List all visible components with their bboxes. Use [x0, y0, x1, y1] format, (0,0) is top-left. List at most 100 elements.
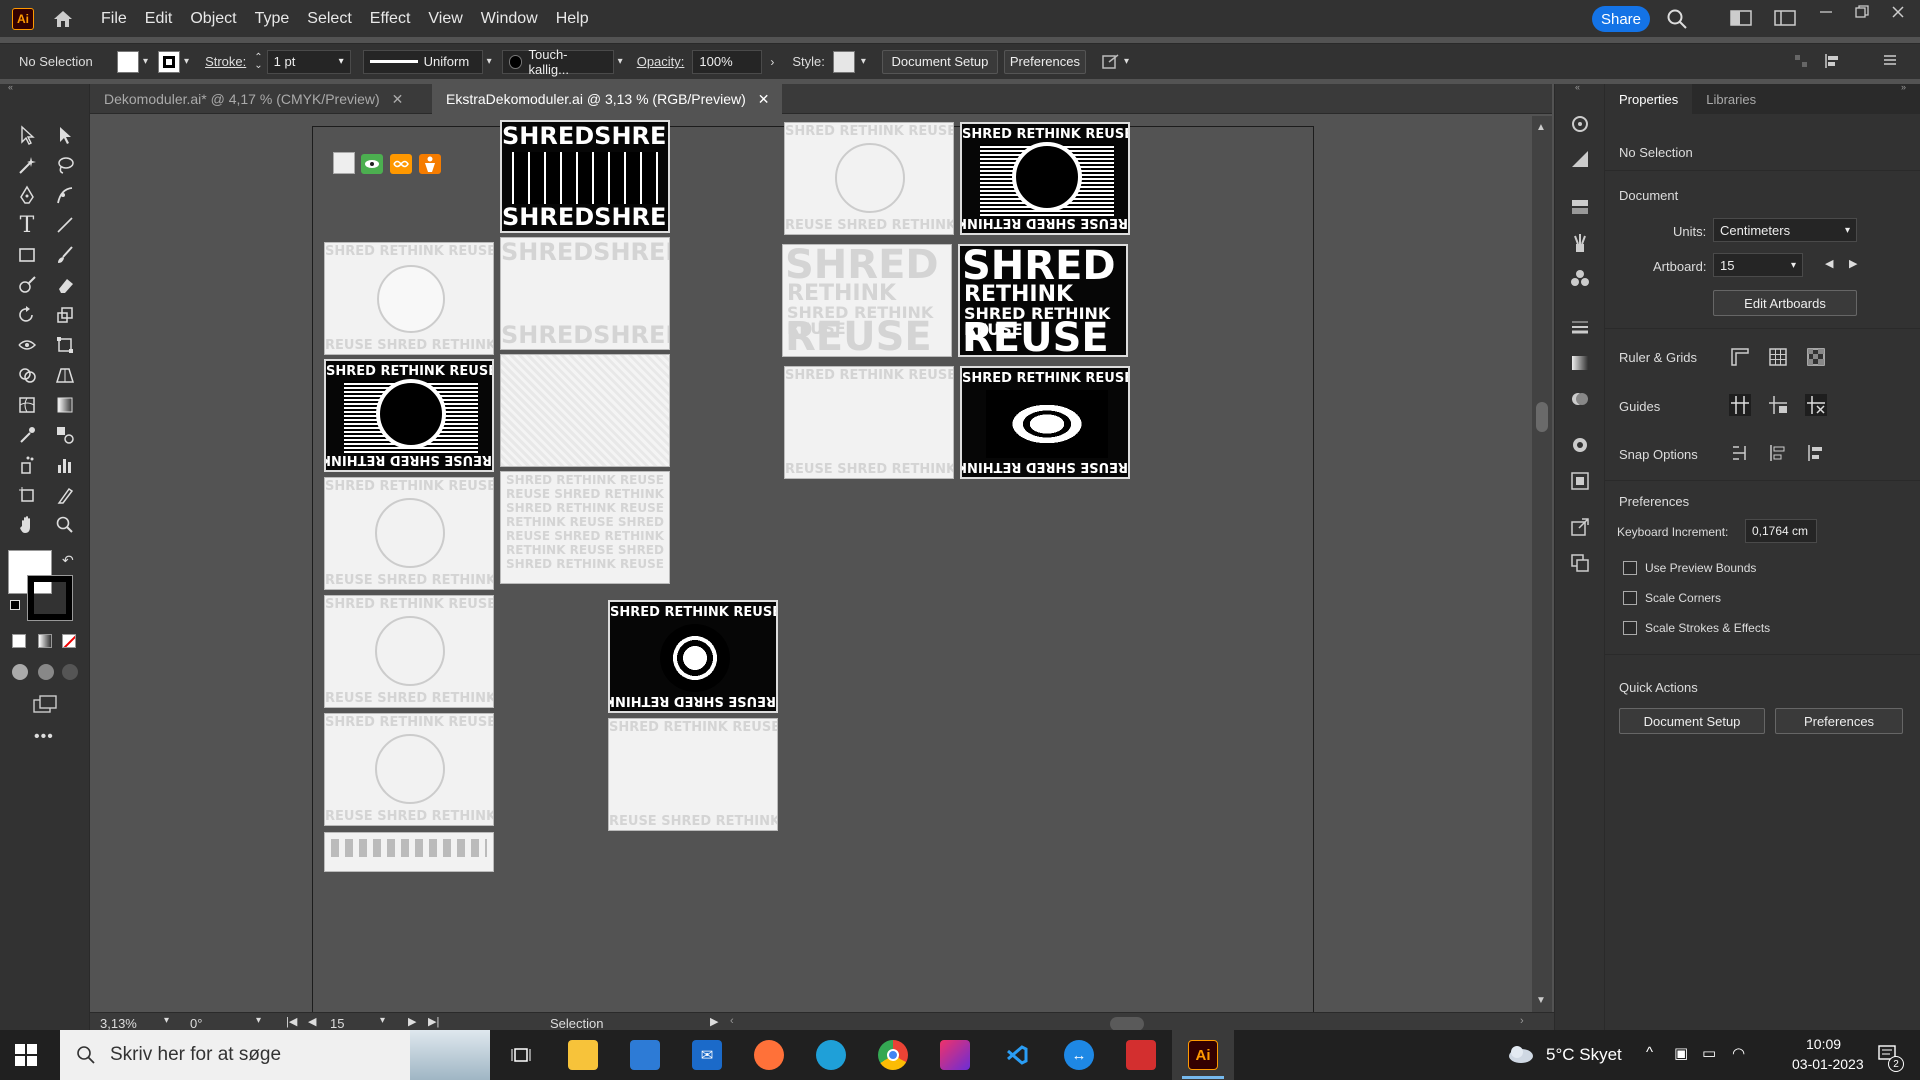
- snap-to-pixel-icon[interactable]: [1767, 442, 1789, 464]
- acrobat-icon[interactable]: [1126, 1040, 1156, 1070]
- search-icon[interactable]: [1666, 8, 1688, 29]
- column-graph-tool-icon[interactable]: [52, 452, 78, 478]
- curvature-tool-icon[interactable]: [52, 182, 78, 208]
- symbols-icon[interactable]: [1569, 268, 1591, 290]
- rectangle-tool-icon[interactable]: [14, 242, 40, 268]
- menu-effect[interactable]: Effect: [361, 10, 420, 28]
- tab-dekomoduler[interactable]: Dekomoduler.ai* @ 4,17 % (CMYK/Preview) ✕: [90, 84, 432, 114]
- keyboard-increment-field[interactable]: 0,1764 cm: [1745, 519, 1817, 543]
- direct-selection-tool-icon[interactable]: [52, 122, 78, 148]
- artboard-black-leaves[interactable]: SHRED RETHINK REUSE REUSE SHRED RETHINK: [960, 366, 1130, 479]
- shape-builder-tool-icon[interactable]: [14, 362, 40, 388]
- menu-file[interactable]: File: [92, 10, 136, 28]
- menu-view[interactable]: View: [419, 10, 471, 28]
- more-tools-icon[interactable]: •••: [34, 728, 54, 746]
- zoom-tool-icon[interactable]: [52, 512, 78, 538]
- eraser-tool-icon[interactable]: [52, 272, 78, 298]
- wifi-icon[interactable]: ◠: [1732, 1044, 1745, 1062]
- lasso-tool-icon[interactable]: [52, 152, 78, 178]
- transparency-icon[interactable]: [1569, 388, 1591, 410]
- align-icon[interactable]: [1792, 52, 1810, 70]
- eyedropper-tool-icon[interactable]: [14, 422, 40, 448]
- share-button[interactable]: Share: [1592, 6, 1650, 32]
- mesh-tool-icon[interactable]: [14, 392, 40, 418]
- properties-panel-icon[interactable]: [1569, 148, 1591, 170]
- free-transform-tool-icon[interactable]: [52, 332, 78, 358]
- weather-cloud-icon[interactable]: [1506, 1042, 1536, 1066]
- units-select[interactable]: Centimeters ▾: [1713, 218, 1857, 242]
- weather-text[interactable]: 5°C Skyet: [1546, 1045, 1622, 1065]
- restore-icon[interactable]: [1854, 4, 1876, 24]
- vscode-icon[interactable]: [1002, 1040, 1032, 1070]
- windows-start-icon[interactable]: [14, 1043, 38, 1067]
- stroke-label[interactable]: Stroke:: [205, 54, 246, 69]
- artboard-white-shredshred[interactable]: SHREDSHRED SHREDSHRED: [500, 237, 670, 350]
- graphic-styles-icon[interactable]: [1569, 470, 1591, 492]
- slice-tool-icon[interactable]: [52, 482, 78, 508]
- scale-corners-checkbox[interactable]: [1623, 591, 1637, 605]
- artboard-white-hexagon[interactable]: SHRED RETHINK REUSE REUSE SHRED RETHINK: [324, 477, 494, 590]
- width-tool-icon[interactable]: [14, 332, 40, 358]
- menu-edit[interactable]: Edit: [136, 10, 182, 28]
- mail-icon[interactable]: ✉: [692, 1040, 722, 1070]
- artboard-white-flower-circle[interactable]: SHRED RETHINK REUSE REUSE SHRED RETHINK: [324, 242, 494, 355]
- arrange-documents-icon[interactable]: [1774, 8, 1796, 28]
- battery-icon[interactable]: ▭: [1702, 1044, 1716, 1062]
- stroke-stepper-icon[interactable]: ⌃ ⌄: [254, 52, 262, 70]
- scroll-thumb[interactable]: [1536, 402, 1548, 432]
- color-mode-icon[interactable]: [12, 634, 26, 648]
- chevron-down-icon[interactable]: ▾: [380, 1015, 385, 1026]
- last-artboard-icon[interactable]: ▶|: [428, 1015, 439, 1028]
- artboard-number[interactable]: 15: [330, 1016, 344, 1031]
- gradient-panel-icon[interactable]: [1569, 352, 1591, 374]
- close-tab-icon[interactable]: ✕: [758, 91, 770, 108]
- artboard-white-globe[interactable]: SHRED RETHINK REUSE REUSE SHRED RETHINK: [324, 713, 494, 826]
- previous-artboard-icon[interactable]: ◀: [308, 1015, 316, 1028]
- draw-inside-icon[interactable]: [62, 664, 78, 680]
- taskbar-search[interactable]: Skriv her for at søge: [60, 1030, 490, 1080]
- fill-swatch[interactable]: [117, 50, 139, 73]
- artboard-black-shredshred[interactable]: SHREDSHRED SHREDSHRED: [500, 120, 670, 233]
- lock-guides-icon[interactable]: [1767, 394, 1789, 416]
- gradient-mode-icon[interactable]: [38, 634, 52, 648]
- scroll-right-icon[interactable]: ›: [1520, 1015, 1524, 1027]
- clock-date[interactable]: 03-01-2023: [1792, 1056, 1864, 1072]
- selection-tool-icon[interactable]: [14, 122, 40, 148]
- hand-tool-icon[interactable]: [14, 512, 40, 538]
- chevron-down-icon[interactable]: ▾: [164, 1015, 169, 1026]
- smart-guides-icon[interactable]: [1805, 394, 1827, 416]
- artboard-white-partial[interactable]: [324, 832, 494, 872]
- document-setup-button[interactable]: Document Setup: [881, 49, 998, 74]
- perspective-grid-tool-icon[interactable]: [52, 362, 78, 388]
- illustrator-taskbar-icon[interactable]: Ai: [1188, 1040, 1218, 1070]
- snap-to-point-icon[interactable]: [1729, 442, 1751, 464]
- use-preview-bounds-checkbox[interactable]: [1623, 561, 1637, 575]
- menu-object[interactable]: Object: [181, 10, 245, 28]
- horizontal-scroll-thumb[interactable]: [1110, 1017, 1144, 1031]
- quick-document-setup-button[interactable]: Document Setup: [1619, 708, 1765, 734]
- transparency-grid-icon[interactable]: [1805, 346, 1827, 368]
- collapse-icon[interactable]: »: [1901, 82, 1906, 92]
- line-segment-tool-icon[interactable]: [52, 212, 78, 238]
- artboard-black-sunburst[interactable]: SHRED RETHINK REUSE REUSE SHRED RETHINK: [608, 600, 778, 713]
- stroke-panel-icon[interactable]: [1569, 316, 1591, 338]
- close-window-icon[interactable]: [1890, 4, 1912, 24]
- collapse-icon[interactable]: «: [8, 82, 13, 92]
- distribute-icon[interactable]: [1824, 52, 1844, 70]
- meet-now-icon[interactable]: ▣: [1674, 1044, 1688, 1062]
- previous-artboard-icon[interactable]: ◀: [1825, 257, 1833, 270]
- scroll-left-icon[interactable]: ‹: [730, 1015, 734, 1027]
- brushes-icon[interactable]: [1569, 232, 1591, 254]
- panel-menu-icon[interactable]: [1882, 52, 1898, 68]
- cc-libraries-icon[interactable]: [1569, 112, 1591, 134]
- show-guides-icon[interactable]: [1729, 394, 1751, 416]
- scale-tool-icon[interactable]: [52, 302, 78, 328]
- artboard-black-flower-circle[interactable]: SHRED RETHINK REUSE REUSE SHRED RETHINK: [324, 359, 494, 472]
- scale-strokes-checkbox[interactable]: [1623, 621, 1637, 635]
- chevron-down-icon[interactable]: ▾: [861, 56, 866, 67]
- chrome-icon[interactable]: [878, 1040, 908, 1070]
- style-swatch[interactable]: [832, 50, 855, 73]
- artboard-white-swirl[interactable]: SHRED RETHINK REUSE REUSE SHRED RETHINK: [324, 595, 494, 708]
- chevron-down-icon[interactable]: ▾: [184, 56, 189, 67]
- next-artboard-icon[interactable]: ▶: [1849, 257, 1857, 270]
